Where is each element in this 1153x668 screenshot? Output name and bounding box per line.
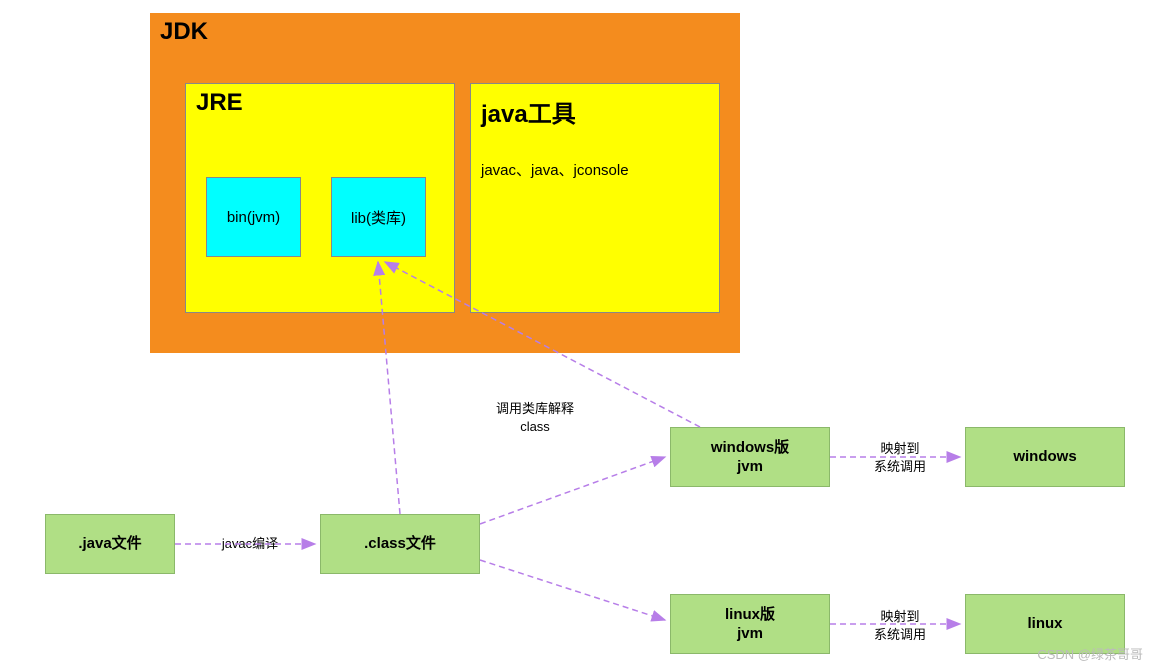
java-file-label: .java文件 — [78, 534, 141, 554]
java-tools-label: java工具 — [481, 94, 709, 129]
windows-jvm-label: windows版 jvm — [711, 438, 789, 477]
map-linux-edge-label: 映射到 系统调用 — [860, 608, 940, 644]
bin-jvm-box: bin(jvm) — [206, 177, 301, 257]
lib-label: lib(类库) — [351, 207, 406, 228]
jdk-container: JDK JRE bin(jvm) lib(类库) java工具 javac、ja… — [150, 13, 740, 353]
java-file-node: .java文件 — [45, 514, 175, 574]
javac-edge-label: javac编译 — [200, 535, 300, 553]
java-tools-desc: javac、java、jconsole — [481, 159, 709, 180]
linux-label: linux — [1027, 614, 1062, 634]
class-file-node: .class文件 — [320, 514, 480, 574]
java-tools-container: java工具 javac、java、jconsole — [470, 83, 720, 313]
windows-label: windows — [1013, 447, 1076, 467]
jre-label: JRE — [196, 89, 243, 117]
linux-jvm-node: linux版 jvm — [670, 594, 830, 654]
linux-jvm-label: linux版 jvm — [725, 605, 775, 644]
jdk-label: JDK — [160, 18, 208, 46]
watermark: CSDN @绿茶哥哥 — [1037, 644, 1143, 663]
class-file-label: .class文件 — [364, 534, 436, 554]
windows-node: windows — [965, 427, 1125, 487]
lib-box: lib(类库) — [331, 177, 426, 257]
lib-call-edge-label: 调用类库解释 class — [480, 400, 590, 436]
bin-jvm-label: bin(jvm) — [227, 209, 280, 226]
jre-container: JRE bin(jvm) lib(类库) — [185, 83, 455, 313]
map-win-edge-label: 映射到 系统调用 — [860, 440, 940, 476]
windows-jvm-node: windows版 jvm — [670, 427, 830, 487]
